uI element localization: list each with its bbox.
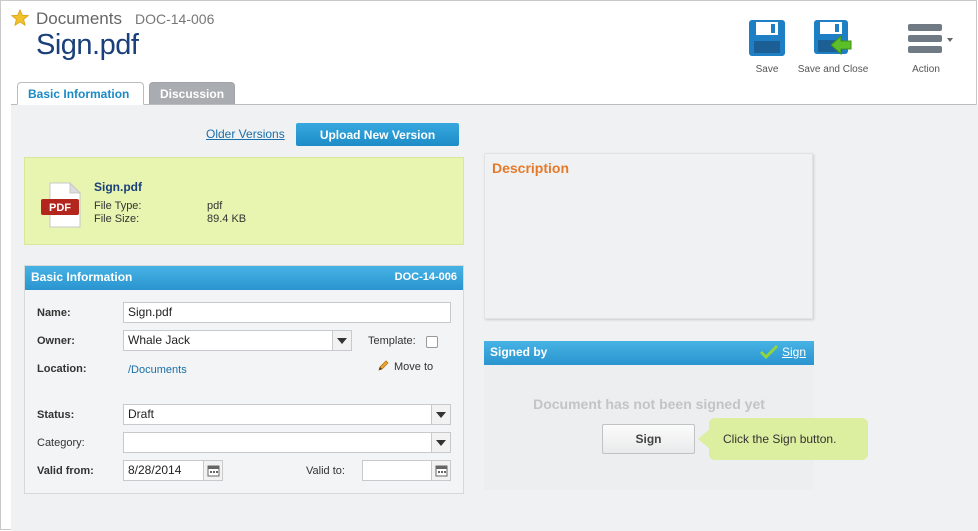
action-menu-button[interactable]: Action: [901, 19, 953, 75]
sign-tooltip: Click the Sign button.: [698, 418, 868, 460]
chevron-down-icon[interactable]: [431, 433, 450, 452]
save-and-close-label: Save and Close: [797, 64, 869, 75]
app-window: Documents DOC-14-006 Sign.pdf Save Save …: [0, 0, 978, 531]
save-and-close-button[interactable]: Save and Close: [797, 19, 869, 75]
signed-by-panel: Signed by Sign: [484, 341, 814, 490]
category-label: Category:: [37, 437, 85, 449]
save-button[interactable]: Save: [746, 19, 788, 75]
location-label: Location:: [37, 363, 87, 375]
page-title: Sign.pdf: [36, 29, 139, 61]
save-label: Save: [755, 64, 779, 75]
floppy-disk-icon: [749, 20, 785, 56]
file-size-row: File Size: 89.4 KB: [94, 213, 246, 225]
chevron-down-icon[interactable]: [431, 405, 450, 424]
sign-button[interactable]: Sign: [602, 424, 695, 454]
hamburger-menu-icon: [908, 24, 953, 53]
file-type-label: File Type:: [94, 200, 142, 212]
template-checkbox[interactable]: [426, 336, 438, 348]
older-versions-link[interactable]: Older Versions: [206, 127, 285, 141]
basic-information-header: Basic Information DOC-14-006: [25, 266, 463, 290]
breadcrumb[interactable]: Documents: [36, 9, 122, 29]
calendar-icon[interactable]: [203, 461, 222, 480]
file-card: PDF Sign.pdf File Type: pdf File Size: 8…: [24, 157, 464, 245]
status-label: Status:: [37, 409, 75, 421]
valid-from-value: 8/28/2014: [128, 463, 182, 477]
favorite-star-icon[interactable]: [11, 9, 29, 27]
valid-from-field[interactable]: 8/28/2014: [123, 460, 223, 481]
valid-to-label: Valid to:: [306, 465, 345, 477]
status-select[interactable]: Draft: [123, 404, 451, 425]
move-to-button[interactable]: Move to: [377, 359, 433, 373]
move-to-label: Move to: [394, 361, 434, 373]
signed-by-title: Signed by: [490, 345, 548, 359]
valid-to-field[interactable]: [362, 460, 451, 481]
location-link[interactable]: /Documents: [128, 364, 187, 376]
tab-discussion[interactable]: Discussion: [149, 82, 235, 105]
description-panel[interactable]: Description: [484, 153, 813, 319]
name-field[interactable]: Sign.pdf: [123, 302, 451, 323]
checkmark-icon: [760, 345, 778, 359]
file-type-value: pdf: [207, 200, 223, 212]
upload-new-version-button[interactable]: Upload New Version: [296, 123, 459, 146]
owner-select[interactable]: Whale Jack: [123, 330, 352, 351]
action-label: Action: [912, 64, 940, 75]
basic-information-doc-id: DOC-14-006: [394, 271, 457, 283]
file-size-label: File Size:: [94, 213, 140, 225]
file-size-value: 89.4 KB: [207, 213, 247, 225]
pencil-icon: [378, 360, 389, 371]
owner-label: Owner:: [37, 335, 75, 347]
file-type-row: File Type: pdf: [94, 200, 222, 212]
chevron-down-icon[interactable]: [332, 331, 351, 350]
not-signed-message: Document has not been signed yet: [533, 396, 765, 412]
status-value: Draft: [128, 407, 155, 421]
description-title: Description: [492, 160, 570, 176]
owner-value: Whale Jack: [128, 333, 191, 347]
category-select[interactable]: [123, 432, 451, 453]
name-label: Name:: [37, 307, 71, 319]
signed-by-header: Signed by Sign: [484, 341, 814, 365]
pdf-file-icon: PDF: [41, 182, 82, 228]
valid-from-label: Valid from:: [37, 465, 94, 477]
breadcrumb-doc-id: DOC-14-006: [135, 11, 215, 27]
tab-basic-information[interactable]: Basic Information: [17, 82, 144, 105]
sign-link[interactable]: Sign: [782, 341, 806, 364]
pdf-icon-text: PDF: [49, 202, 71, 214]
template-label: Template:: [368, 335, 416, 347]
file-name[interactable]: Sign.pdf: [94, 180, 142, 194]
floppy-disk-arrow-icon: [814, 20, 852, 56]
calendar-icon[interactable]: [431, 461, 450, 480]
basic-information-title: Basic Information: [31, 270, 133, 284]
